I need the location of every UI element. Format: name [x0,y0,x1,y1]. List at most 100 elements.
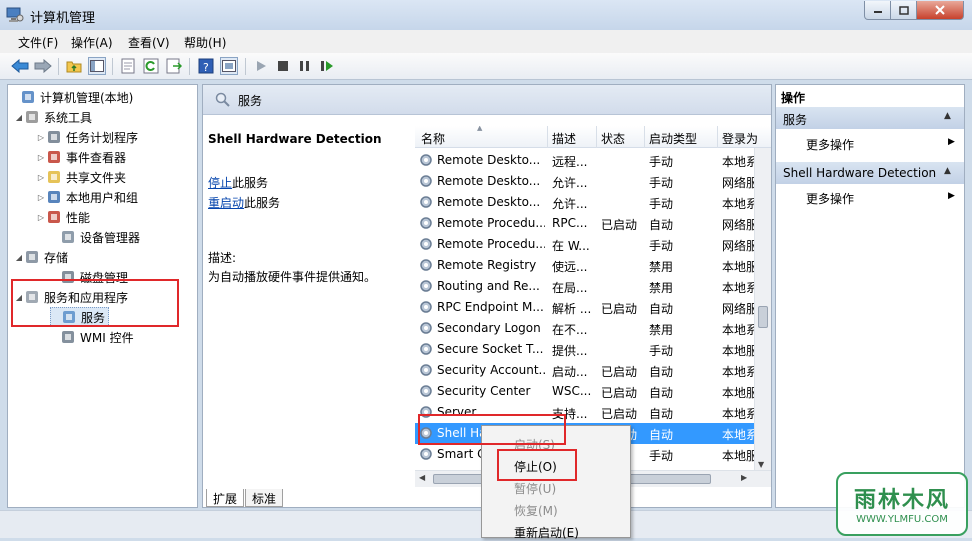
collapsed-arrow-icon[interactable]: ▷ [36,213,46,222]
tree-item[interactable]: 设备管理器 [50,227,140,247]
column-name[interactable]: 名称 [421,130,445,147]
service-gear-icon [419,321,433,338]
title-bar[interactable]: 计算机管理 [0,0,972,30]
tree-item[interactable]: ▷ 共享文件夹 [36,167,126,187]
collapse-up-icon[interactable]: ▲ [944,111,951,121]
tree-item[interactable]: ◢ 存储 [14,247,68,267]
show-hide-action-pane-icon[interactable] [220,57,238,75]
menu-help[interactable]: 帮助(H) [184,34,226,51]
close-button[interactable] [916,1,964,20]
cell-logon: 本地系 [722,323,754,337]
column-logon-as[interactable]: 登录为 [722,130,758,147]
refresh-icon[interactable] [142,57,160,75]
cell-name: Secondary Logon [437,321,541,335]
minimize-button[interactable] [864,1,891,20]
tab-standard[interactable]: 标准 [245,489,284,507]
collapsed-arrow-icon[interactable]: ▷ [36,133,46,142]
tree-item-label: 任务计划程序 [66,130,139,145]
sort-ascending-icon: ▲ [477,126,483,132]
export-list-icon[interactable] [165,57,183,75]
show-hide-tree-icon[interactable] [88,57,106,75]
actions-group-selected-service[interactable]: Shell Hardware Detection ▲ [776,162,964,184]
cell-startup: 禁用 [649,281,674,295]
table-row[interactable]: Remote Deskto... 远程... 手动 本地系 [415,150,755,171]
cell-name: Remote Procedu... [437,237,545,251]
cell-desc: RPC... [552,216,588,230]
tab-extended[interactable]: 扩展 [206,489,245,507]
cell-name: Remote Procedu... [437,216,545,230]
column-status[interactable]: 状态 [601,130,625,147]
tree-item[interactable]: ▷ 性能 [36,207,90,227]
collapsed-arrow-icon[interactable]: ▷ [36,193,46,202]
context-menu-item[interactable]: 暂停(U) [514,480,556,497]
properties-icon[interactable] [119,57,137,75]
restart-service-icon[interactable] [318,57,336,75]
scroll-left-icon[interactable]: ◀ [419,473,425,482]
stop-service-icon[interactable] [274,57,292,75]
table-row[interactable]: Remote Deskto... 允许... 手动 网络服 [415,171,755,192]
service-gear-icon [419,258,433,275]
tree-item[interactable]: WMI 控件 [50,327,134,347]
restart-service-link[interactable]: 重启动 [208,196,244,210]
table-row[interactable]: Remote Procedu... 在 W... 手动 网络服 [415,234,755,255]
back-arrow-icon[interactable] [11,57,29,75]
more-actions-services[interactable]: 更多操作 [806,136,854,153]
scroll-right-icon[interactable]: ▶ [741,473,747,482]
toolbar: ? [0,53,972,80]
cell-name: Secure Socket T... [437,342,544,356]
more-actions-service[interactable]: 更多操作 [806,190,854,207]
cell-logon: 本地系 [722,365,754,379]
forward-arrow-icon[interactable] [34,57,52,75]
collapsed-arrow-icon[interactable]: ▷ [36,173,46,182]
wmi-icon [60,329,76,345]
table-row[interactable]: Secure Socket T... 提供... 手动 本地服 [415,339,755,360]
table-row[interactable]: Security Center WSC... 已启动 自动 本地服 [415,381,755,402]
actions-group-services[interactable]: 服务 ▲ [776,107,964,129]
help-icon[interactable]: ? [197,57,215,75]
tree-item[interactable]: ▷ 本地用户和组 [36,187,138,207]
table-row[interactable]: Remote Registry 使远... 禁用 本地服 [415,255,755,276]
table-row[interactable]: Routing and Re... 在局... 禁用 本地系 [415,276,755,297]
context-menu-item[interactable]: 重新启动(E) [514,524,579,541]
table-row[interactable]: Remote Deskto... 允许... 手动 本地系 [415,192,755,213]
table-row[interactable]: Remote Procedu... RPC... 已启动 自动 网络服 [415,213,755,234]
vertical-scrollbar[interactable]: ▼ [754,148,771,475]
table-row[interactable]: Security Account... 启动... 已启动 自动 本地系 [415,360,755,381]
tree-item[interactable]: ▷ 任务计划程序 [36,127,138,147]
context-menu-item[interactable]: 恢复(M) [514,502,558,519]
stop-service-link[interactable]: 停止 [208,176,232,190]
column-description[interactable]: 描述 [552,130,576,147]
start-service-icon[interactable] [252,57,270,75]
menu-view[interactable]: 查看(V) [128,34,170,51]
expanded-arrow-icon[interactable]: ◢ [14,253,24,262]
table-row[interactable]: Secondary Logon 在不... 禁用 本地系 [415,318,755,339]
scroll-down-icon[interactable]: ▼ [758,460,764,469]
tree-item[interactable]: 计算机管理(本地) [10,87,133,107]
service-gear-icon [419,363,433,380]
service-gear-icon [419,195,433,212]
menu-file[interactable]: 文件(F) [18,34,58,51]
cell-desc: 远程... [552,155,588,169]
pause-service-icon[interactable] [296,57,314,75]
tree-item-label: 设备管理器 [80,230,141,245]
menu-action[interactable]: 操作(A) [71,34,113,51]
cell-name: Routing and Re... [437,279,540,293]
highlight-box-selected-service [418,414,566,445]
cell-logon: 本地服 [722,449,754,463]
collapse-up-icon[interactable]: ▲ [944,166,951,176]
computer-management-icon [20,89,36,105]
scroll-thumb[interactable] [758,306,768,328]
cell-desc: 允许... [552,197,588,211]
expanded-arrow-icon[interactable]: ◢ [14,113,24,122]
tree-item[interactable]: ▷ 事件查看器 [36,147,126,167]
up-folder-icon[interactable] [65,57,83,75]
device-manager-icon [60,229,76,245]
services-list-header: 名称 ▲ 描述 状态 启动类型 登录为 [415,126,771,148]
cell-logon: 本地服 [722,344,754,358]
tree-item[interactable]: ◢ 系统工具 [14,107,92,127]
cell-logon: 网络服 [722,239,754,253]
maximize-button[interactable] [890,1,917,20]
table-row[interactable]: RPC Endpoint M... 解析 ... 已启动 自动 网络服 [415,297,755,318]
collapsed-arrow-icon[interactable]: ▷ [36,153,46,162]
column-startup-type[interactable]: 启动类型 [649,130,697,147]
